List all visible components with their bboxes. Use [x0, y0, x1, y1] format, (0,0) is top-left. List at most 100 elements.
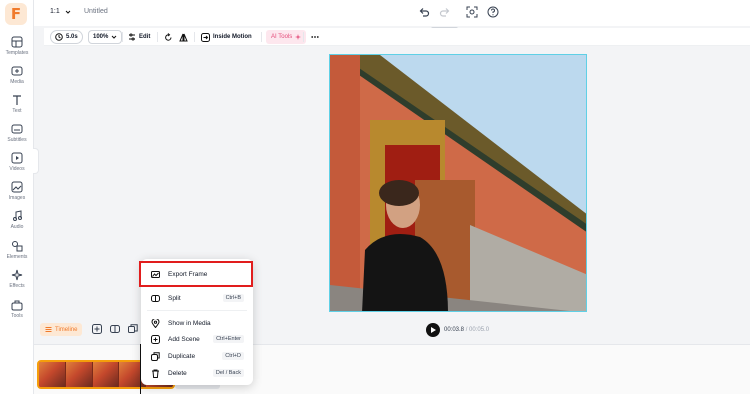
menu-item-label: Delete: [168, 369, 187, 377]
aspect-ratio-value: 1:1: [50, 8, 60, 15]
tab-timeline[interactable]: Timeline: [40, 323, 83, 336]
text-icon: [13, 95, 21, 105]
add-scene-icon[interactable]: [92, 324, 102, 334]
chevron-down-icon: [65, 10, 71, 14]
menu-item-shortcut: Ctrl+B: [222, 294, 244, 302]
highlight-box: [139, 261, 253, 287]
left-sidebar: F Templates Media Text Subtitles Videos …: [0, 0, 34, 394]
duplicate-icon[interactable]: [128, 324, 138, 334]
flip-icon: [179, 33, 188, 41]
motion-icon: [201, 32, 210, 42]
split-icon[interactable]: [110, 324, 120, 334]
sidebar-item-label: Templates: [5, 50, 29, 56]
app-logo[interactable]: F: [5, 3, 27, 25]
sidebar-item-media[interactable]: Media: [0, 65, 34, 91]
clip-thumbnail: [65, 362, 93, 387]
zoom-value: 100%: [93, 34, 109, 40]
project-title[interactable]: Untitled: [84, 8, 108, 15]
sidebar-item-tools[interactable]: Tools: [0, 299, 34, 325]
play-button[interactable]: [426, 323, 440, 337]
undo-icon[interactable]: [418, 6, 430, 18]
images-icon: [11, 181, 23, 193]
sidebar-item-label: Media: [10, 79, 24, 85]
duration-button[interactable]: 5.0s: [50, 30, 83, 44]
elements-icon: [12, 241, 23, 252]
canvas-preview[interactable]: [329, 54, 587, 312]
sidebar-item-label: Videos: [9, 166, 25, 172]
ai-tools-button[interactable]: AI Tools: [266, 30, 307, 44]
sidebar-item-label: Effects: [9, 283, 25, 289]
edit-toolbar: 5.0s 100% Edit Inside Motion AI Tools: [44, 28, 750, 46]
menu-divider: [147, 310, 247, 311]
sidebar-item-images[interactable]: Images: [0, 181, 34, 207]
playback-time: 00:03.8 / 00:05.0: [444, 327, 489, 333]
more-icon: [311, 36, 319, 38]
menu-item-delete[interactable]: Delete Del / Back: [141, 366, 253, 380]
timeline-icon: [45, 327, 52, 332]
inside-motion-button[interactable]: Inside Motion: [201, 30, 252, 44]
timeline-tab-label: Timeline: [55, 326, 78, 333]
menu-item-duplicate[interactable]: Duplicate Ctrl+D: [141, 349, 253, 363]
sliders-icon: [129, 33, 135, 41]
tools-icon: [11, 300, 23, 311]
effects-icon: [11, 269, 23, 281]
toolbar-divider: [261, 32, 262, 42]
menu-item-shortcut: Ctrl+D: [222, 352, 244, 360]
sidebar-item-videos[interactable]: Videos: [0, 152, 34, 178]
videos-icon: [11, 152, 23, 164]
sparkle-icon: [295, 34, 302, 40]
help-icon[interactable]: [487, 6, 499, 18]
edit-button[interactable]: Edit: [128, 30, 150, 44]
edit-label: Edit: [139, 34, 151, 40]
sidebar-item-templates[interactable]: Templates: [0, 36, 34, 62]
media-icon: [11, 66, 23, 76]
current-time: 00:03.8: [444, 327, 465, 333]
sidebar-item-audio[interactable]: Audio: [0, 210, 34, 236]
toolbar-divider: [122, 32, 123, 42]
toolbar-divider: [157, 32, 158, 42]
clip-thumbnail: [92, 362, 120, 387]
zoom-select[interactable]: 100%: [88, 30, 123, 44]
menu-item-split[interactable]: Split Ctrl+B: [141, 291, 253, 305]
top-bar: 1:1 Untitled: [34, 0, 750, 26]
menu-item-label: Show in Media: [168, 319, 211, 327]
add-scene-icon: [151, 334, 160, 344]
menu-item-label: Split: [168, 294, 181, 302]
sidebar-item-label: Subtitles: [7, 137, 27, 143]
sidebar-item-text[interactable]: Text: [0, 94, 34, 120]
sidebar-item-label: Elements: [6, 254, 28, 260]
sidebar-collapse-handle[interactable]: [33, 148, 39, 174]
menu-item-shortcut: Del / Back: [212, 369, 244, 377]
more-options-button[interactable]: [311, 30, 319, 44]
redo-icon[interactable]: [439, 6, 451, 18]
sidebar-item-subtitles[interactable]: Subtitles: [0, 123, 34, 149]
flip-button[interactable]: [179, 30, 188, 44]
sidebar-item-elements[interactable]: Elements: [0, 240, 34, 266]
chevron-down-icon: [112, 35, 117, 39]
rotate-button[interactable]: [164, 30, 173, 44]
menu-item-show-in-media[interactable]: Show in Media: [141, 316, 253, 330]
clip-thumbnail: [39, 362, 66, 387]
trash-icon: [152, 369, 159, 378]
aspect-ratio-select[interactable]: 1:1: [50, 8, 71, 15]
menu-item-label: Duplicate: [168, 352, 196, 360]
rotate-icon: [165, 32, 172, 41]
sidebar-item-label: Text: [12, 108, 22, 114]
total-time: 00:05.0: [469, 327, 490, 333]
sidebar-item-label: Tools: [11, 313, 23, 319]
duration-value: 5.0s: [66, 34, 78, 40]
sidebar-item-effects[interactable]: Effects: [0, 269, 34, 295]
sidebar-item-label: Images: [8, 195, 26, 201]
fit-screen-icon[interactable]: [466, 6, 478, 18]
duplicate-icon: [151, 351, 160, 361]
inside-motion-label: Inside Motion: [213, 34, 252, 40]
sidebar-item-label: Audio: [10, 224, 24, 230]
subtitles-icon: [11, 124, 23, 134]
menu-item-add-scene[interactable]: Add Scene Ctrl+Enter: [141, 332, 253, 346]
templates-icon: [11, 36, 23, 48]
toolbar-divider: [194, 32, 195, 42]
menu-item-label: Add Scene: [168, 335, 200, 343]
canvas-image: [330, 55, 586, 311]
clock-icon: [55, 33, 63, 41]
audio-icon: [13, 210, 22, 221]
